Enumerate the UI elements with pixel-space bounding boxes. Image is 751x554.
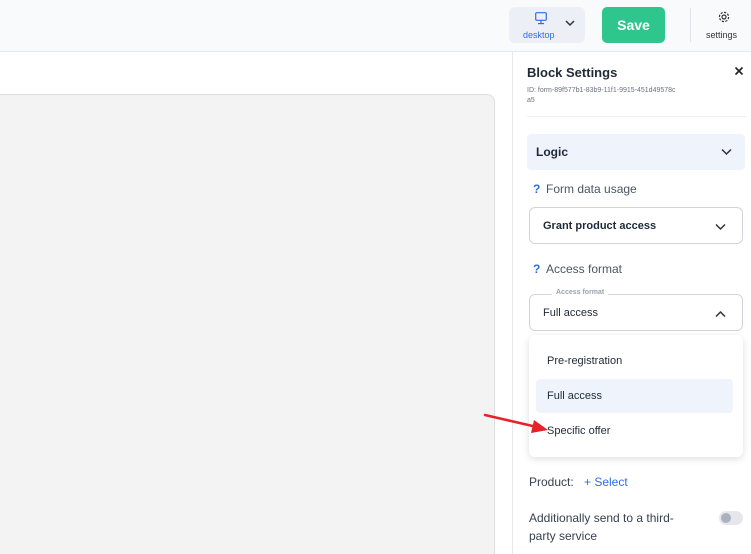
device-label: desktop [523, 30, 555, 40]
save-button[interactable]: Save [602, 7, 665, 43]
panel-divider [527, 116, 747, 117]
access-format-value: Full access [543, 307, 599, 319]
settings-button[interactable]: settings [703, 9, 745, 43]
third-party-label: Additionally send to a third-party servi… [529, 511, 674, 543]
block-settings-panel: Block Settings ID: form-89f577b1-83b9-11… [512, 52, 751, 554]
product-label: Product: [529, 475, 574, 489]
form-data-usage-select[interactable]: Grant product access [529, 207, 743, 244]
option-full-access[interactable]: Full access [536, 379, 733, 413]
settings-label: settings [706, 30, 738, 40]
toolbar-divider [690, 8, 691, 42]
product-select-link[interactable]: + Select [584, 475, 628, 489]
editor-canvas[interactable] [0, 94, 495, 554]
access-format-select[interactable]: Access format Full access [529, 289, 743, 331]
device-selector[interactable]: desktop [509, 7, 585, 43]
form-data-usage-label: Form data usage [546, 182, 637, 196]
logic-section-header[interactable]: Logic [527, 134, 745, 170]
help-icon[interactable]: ? [533, 182, 540, 196]
option-pre-registration[interactable]: Pre-registration [536, 344, 733, 378]
monitor-icon [535, 12, 547, 25]
chevron-down-icon [565, 20, 575, 27]
help-icon[interactable]: ? [533, 262, 540, 276]
toggle-knob [721, 513, 731, 523]
gear-icon [718, 11, 730, 23]
chevron-down-icon [715, 223, 726, 231]
chevron-up-icon [715, 310, 726, 318]
chevron-down-icon [721, 148, 732, 156]
form-data-usage-value: Grant product access [543, 220, 657, 232]
third-party-toggle[interactable] [719, 511, 743, 525]
option-specific-offer[interactable]: Specific offer [536, 414, 733, 448]
access-format-label: Access format [546, 262, 623, 276]
access-format-floating-label: Access format [552, 289, 609, 296]
block-id: ID: form-89f577b1-83b9-11f1-9915-451d495… [527, 87, 676, 104]
access-format-dropdown: Pre-registration Full access Specific of… [529, 335, 743, 457]
annotation-arrow-icon [483, 413, 548, 433]
close-icon[interactable] [734, 66, 744, 76]
logic-section-label: Logic [536, 145, 568, 159]
top-toolbar: desktop Save settings [0, 0, 751, 52]
panel-title: Block Settings [527, 65, 618, 80]
